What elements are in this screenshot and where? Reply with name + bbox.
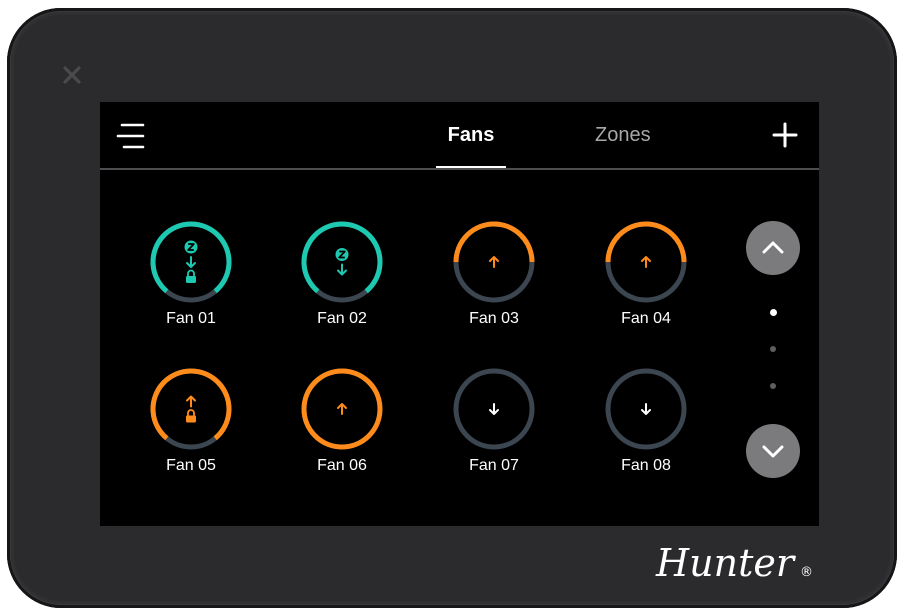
fan-glyph [641,403,651,415]
fan-label: Fan 03 [469,310,519,327]
arrow-down-icon [489,403,499,415]
sleep-z-icon [335,248,349,261]
fan-glyph [186,395,196,423]
arrow-down-icon [186,256,196,268]
arrow-down-icon [641,403,651,415]
fan-glyph [489,256,499,268]
fan-tile[interactable]: Fan 05 [136,367,246,487]
svg-text:Hunter: Hunter [655,541,797,585]
fan-tile[interactable]: Fan 07 [439,367,549,487]
fan-tile[interactable]: Fan 04 [591,220,701,340]
page-dot [769,308,777,316]
top-bar-divider [100,168,819,170]
hunter-logo: Hunter ® [655,541,813,585]
fan-glyph [335,248,349,276]
fan-glyph [641,256,651,268]
fan-label: Fan 04 [621,310,671,327]
fan-label: Fan 07 [469,457,519,474]
arrow-down-icon [337,263,347,276]
tab-fans[interactable]: Fans [436,124,506,147]
menu-icon[interactable] [116,122,146,150]
fan-label: Fan 02 [317,310,367,327]
chevron-down-icon [762,445,784,458]
scroll-down-button[interactable] [746,424,800,478]
lock-icon [186,409,196,423]
chevron-up-icon [762,241,784,254]
arrow-up-icon [641,256,651,268]
svg-text:®: ® [800,565,813,580]
page-dot [770,346,776,352]
fan-label: Fan 06 [317,457,367,474]
arrow-up-icon [186,395,196,408]
tab-zones[interactable]: Zones [595,124,685,147]
fan-label: Fan 05 [166,457,216,474]
fan-tile[interactable]: Fan 01 [136,220,246,340]
fan-glyph [489,403,499,415]
fan-tile[interactable]: Fan 06 [287,367,397,487]
page-dot [770,383,776,389]
touch-screen: Fans Zones Fan 01 Fan 02 Fan 03 Fan 04 F… [100,102,819,526]
arrow-up-icon [489,256,499,268]
close-icon[interactable] [61,64,83,86]
lock-icon [186,269,196,283]
fan-label: Fan 08 [621,457,671,474]
top-bar: Fans Zones [100,102,819,170]
sleep-z-icon [184,240,198,254]
fan-glyph [337,403,347,415]
plus-icon[interactable] [772,122,798,148]
fan-tile[interactable]: Fan 08 [591,367,701,487]
fan-tile[interactable]: Fan 02 [287,220,397,340]
scroll-up-button[interactable] [746,221,800,275]
fan-label: Fan 01 [166,310,216,327]
arrow-up-icon [337,403,347,415]
fan-tile[interactable]: Fan 03 [439,220,549,340]
fan-glyph [184,240,198,283]
